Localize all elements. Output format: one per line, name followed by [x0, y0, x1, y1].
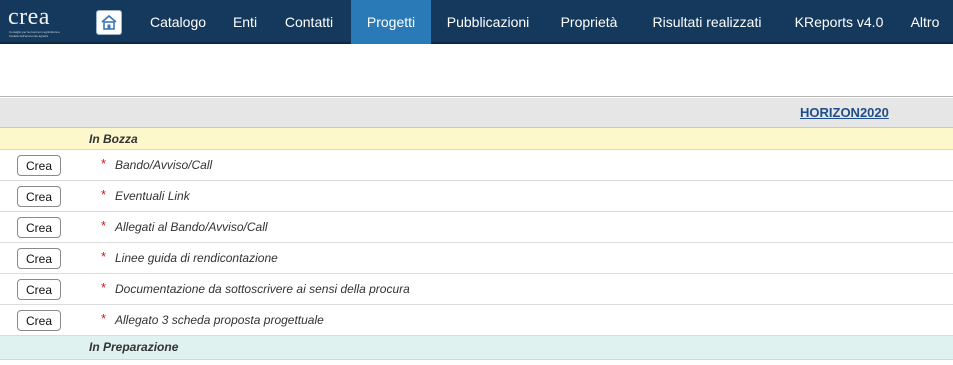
required-marker: * — [101, 218, 107, 233]
crea-button[interactable]: Crea — [17, 248, 61, 269]
nav-enti[interactable]: Enti — [223, 0, 267, 44]
table-row: Crea * Allegati al Bando/Avviso/Call — [0, 212, 953, 243]
required-marker: * — [101, 249, 107, 264]
section-title: In Bozza — [89, 132, 138, 146]
toolbar-area — [0, 46, 953, 97]
required-marker: * — [101, 311, 107, 326]
nav-pubblicazioni[interactable]: Pubblicazioni — [431, 0, 545, 44]
nav-proprieta[interactable]: Proprietà — [545, 0, 633, 44]
row-label: Eventuali Link — [115, 189, 190, 203]
nav-catalogo[interactable]: Catalogo — [133, 0, 223, 44]
horizon2020-link[interactable]: HORIZON2020 — [800, 98, 889, 128]
crea-button[interactable]: Crea — [17, 217, 61, 238]
nav-contatti[interactable]: Contatti — [267, 0, 351, 44]
table-header: HORIZON2020 — [0, 98, 953, 128]
table-row: Crea * Linee guida di rendicontazione — [0, 243, 953, 274]
required-marker: * — [101, 280, 107, 295]
crea-button[interactable]: Crea — [17, 186, 61, 207]
row-label: Allegati al Bando/Avviso/Call — [115, 220, 268, 234]
section-in-bozza: In Bozza — [0, 128, 953, 150]
logo-text: crea — [8, 4, 50, 30]
table-row: Crea * Allegato 3 scheda proposta proget… — [0, 305, 953, 336]
required-marker: * — [101, 156, 107, 171]
row-label: Linee guida di rendicontazione — [115, 251, 278, 265]
row-label: Allegato 3 scheda proposta progettuale — [115, 313, 324, 327]
nav-progetti[interactable]: Progetti — [351, 0, 431, 44]
top-navbar: crea Consiglio per la ricerca in agricol… — [0, 0, 953, 44]
crea-button[interactable]: Crea — [17, 279, 61, 300]
table-row: Crea * Eventuali Link — [0, 181, 953, 212]
crea-button[interactable]: Crea — [17, 310, 61, 331]
crea-logo[interactable]: crea Consiglio per la ricerca in agricol… — [4, 2, 70, 40]
table-row: Crea * Bando/Avviso/Call — [0, 150, 953, 181]
required-marker: * — [101, 187, 107, 202]
logo-subtitle: Consiglio per la ricerca in agricoltura … — [9, 30, 61, 38]
nav-altro[interactable]: Altro — [897, 0, 953, 44]
home-button[interactable] — [96, 10, 122, 35]
row-label: Documentazione da sottoscrivere ai sensi… — [115, 282, 410, 296]
table-row: Crea * Documentazione da sottoscrivere a… — [0, 274, 953, 305]
home-icon — [101, 14, 117, 30]
section-title: In Preparazione — [89, 340, 179, 354]
section-in-preparazione: In Preparazione — [0, 336, 953, 360]
nav-risultati-realizzati[interactable]: Risultati realizzati — [633, 0, 781, 44]
nav-kreports[interactable]: KReports v4.0 — [781, 0, 897, 44]
crea-button[interactable]: Crea — [17, 155, 61, 176]
row-label: Bando/Avviso/Call — [115, 158, 213, 172]
